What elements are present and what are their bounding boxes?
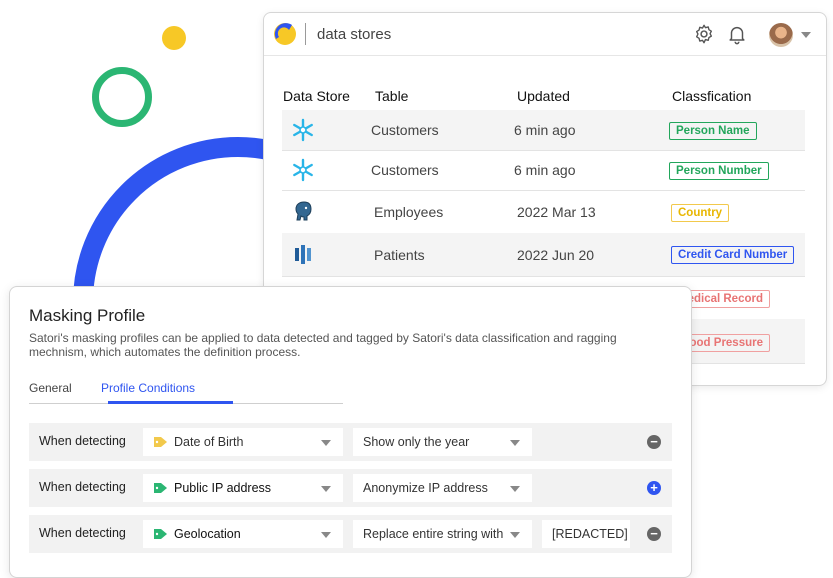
masking-profile-card: Masking Profile Satori's masking profile… xyxy=(9,286,692,578)
snowflake-icon xyxy=(293,158,313,182)
tag-icon xyxy=(154,483,167,493)
table-name: Customers xyxy=(371,122,439,138)
classification-badge: Person Name xyxy=(669,122,757,140)
condition-row: When detecting Public IP address Anonymi… xyxy=(29,469,672,507)
action-select[interactable]: Replace entire string with xyxy=(353,520,532,548)
chevron-down-icon xyxy=(321,440,331,446)
table-row[interactable]: Patients 2022 Jun 20 Credit Card Number xyxy=(282,233,805,277)
condition-row: When detecting Geolocation Replace entir… xyxy=(29,515,672,553)
remove-condition-icon[interactable]: − xyxy=(647,435,661,449)
tag-icon xyxy=(154,529,167,539)
add-condition-icon[interactable]: + xyxy=(647,481,661,495)
field-select[interactable]: Date of Birth xyxy=(143,428,343,456)
replacement-input-value: [REDACTED] xyxy=(552,527,628,541)
chevron-down-icon xyxy=(510,440,520,446)
chevron-down-icon xyxy=(510,532,520,538)
table-name: Customers xyxy=(371,162,439,178)
table-name: Patients xyxy=(374,247,425,263)
column-header-updated[interactable]: Updated xyxy=(517,88,570,104)
remove-condition-icon[interactable]: − xyxy=(647,527,661,541)
classification-badge: Credit Card Number xyxy=(671,246,795,264)
updated-time: 6 min ago xyxy=(514,162,576,178)
avatar[interactable] xyxy=(769,23,793,47)
replacement-input[interactable]: [REDACTED] xyxy=(542,520,630,548)
table-name: Employees xyxy=(374,204,444,220)
chevron-down-icon xyxy=(321,486,331,492)
yellow-dot-decoration xyxy=(162,26,186,50)
tag-icon xyxy=(154,437,167,447)
updated-time: 2022 Mar 13 xyxy=(517,204,596,220)
column-header-data-store[interactable]: Data Store xyxy=(283,88,350,104)
action-select-value: Anonymize IP address xyxy=(363,481,488,495)
window-header: data stores xyxy=(264,13,826,56)
satori-logo-icon xyxy=(274,23,296,45)
field-select[interactable]: Public IP address xyxy=(143,474,343,502)
table-row[interactable]: Customers 6 min ago Person Name xyxy=(282,110,805,151)
page-title: data stores xyxy=(317,26,392,43)
redshift-icon xyxy=(295,245,311,264)
tab-general[interactable]: General xyxy=(29,381,72,395)
condition-label: When detecting xyxy=(39,526,126,540)
chevron-down-icon[interactable] xyxy=(801,32,811,38)
tab-profile-conditions[interactable]: Profile Conditions xyxy=(101,381,195,395)
condition-row: When detecting Date of Birth Show only t… xyxy=(29,423,672,461)
masking-profile-description: Satori's masking profiles can be applied… xyxy=(29,331,617,359)
condition-label: When detecting xyxy=(39,434,126,448)
action-select[interactable]: Show only the year xyxy=(353,428,532,456)
condition-label: When detecting xyxy=(39,480,126,494)
header-separator xyxy=(305,23,306,45)
action-select-value: Replace entire string with xyxy=(363,527,504,541)
action-select[interactable]: Anonymize IP address xyxy=(353,474,532,502)
table-row[interactable]: Employees 2022 Mar 13 Country xyxy=(282,190,805,234)
classification-badge: Country xyxy=(671,204,730,222)
table-row[interactable]: Customers 6 min ago Person Number xyxy=(282,150,805,191)
action-select-value: Show only the year xyxy=(363,435,470,449)
updated-time: 6 min ago xyxy=(514,122,576,138)
masking-profile-title: Masking Profile xyxy=(29,306,146,325)
gear-icon[interactable] xyxy=(693,23,715,45)
green-ring-decoration xyxy=(92,67,152,127)
field-select-value: Geolocation xyxy=(174,527,241,541)
updated-time: 2022 Jun 20 xyxy=(517,247,595,263)
column-header-table[interactable]: Table xyxy=(375,88,408,104)
field-select[interactable]: Geolocation xyxy=(143,520,343,548)
postgres-elephant-icon xyxy=(295,201,312,221)
chevron-down-icon xyxy=(321,532,331,538)
classification-badge: Person Number xyxy=(669,162,769,180)
column-header-classification[interactable]: Classfication xyxy=(672,88,751,104)
active-tab-indicator xyxy=(108,401,233,404)
snowflake-icon xyxy=(293,118,313,142)
field-select-value: Public IP address xyxy=(174,481,272,495)
chevron-down-icon xyxy=(510,486,520,492)
field-select-value: Date of Birth xyxy=(174,435,244,449)
bell-icon[interactable] xyxy=(726,23,748,45)
